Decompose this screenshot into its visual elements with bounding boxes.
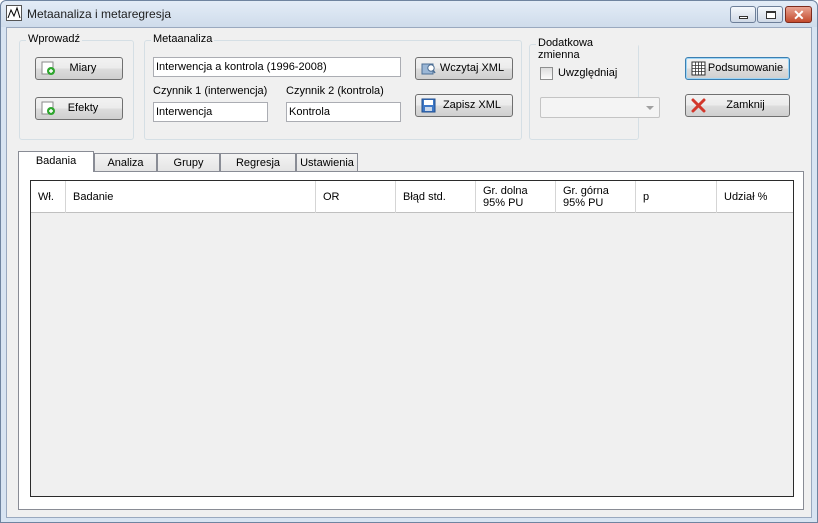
column-header-text: Badanie: [73, 191, 114, 203]
extra-variable-combo[interactable]: [540, 97, 660, 118]
column-header-or[interactable]: OR: [316, 181, 396, 213]
miary-label: Miary: [69, 62, 97, 74]
factor2-field[interactable]: Kontrola: [286, 102, 401, 122]
metaanalysis-group: Metaanaliza Interwencja a kontrola (1996…: [144, 33, 522, 140]
column-header-text: Błąd std.: [403, 191, 446, 203]
column-header-subtext: 95% PU: [483, 197, 524, 209]
miary-button[interactable]: Miary: [35, 57, 123, 80]
studies-grid[interactable]: Wł. Badanie OR Błąd std. Gr. dolna 95% P…: [30, 180, 794, 497]
column-header-text: Gr. dolna: [483, 185, 528, 197]
include-checkbox[interactable]: [540, 67, 553, 80]
column-header-subtext: 95% PU: [563, 197, 604, 209]
factor1-label: Czynnik 1 (interwencja): [153, 85, 268, 97]
column-header-text: OR: [323, 191, 340, 203]
tab-ustawienia[interactable]: Ustawienia: [296, 153, 358, 172]
efekty-button[interactable]: Efekty: [35, 97, 123, 120]
extra-variable-group: Dodatkowa zmienna Uwzględniaj: [529, 37, 660, 140]
column-header-text: p: [643, 191, 650, 203]
tab-panel-badania: Wł. Badanie OR Błąd std. Gr. dolna 95% P…: [18, 171, 804, 510]
table-grid-icon: [691, 61, 706, 76]
column-header-udzial[interactable]: Udział %: [717, 181, 793, 213]
add-green-icon: [41, 61, 55, 75]
include-checkbox-label[interactable]: Uwzględniaj: [558, 67, 617, 79]
tab-badania[interactable]: Badania: [18, 151, 94, 172]
tab-grupy[interactable]: Grupy: [157, 153, 220, 172]
save-xml-button[interactable]: Zapisz XML: [415, 94, 513, 117]
close-label: Zamknij: [726, 99, 765, 111]
red-x-icon: [691, 98, 706, 113]
tab-label: Grupy: [173, 157, 204, 169]
title-bar[interactable]: Metaanaliza i metaregresja ✕: [1, 1, 817, 27]
column-header-text: Wł.: [38, 191, 54, 203]
summary-button[interactable]: Podsumowanie: [685, 57, 790, 80]
column-header-gr-gorna[interactable]: Gr. górna 95% PU: [556, 181, 636, 213]
tab-label: Regresja: [235, 157, 281, 169]
column-header-blad-std[interactable]: Błąd std.: [396, 181, 476, 213]
load-xml-button[interactable]: Wczytaj XML: [415, 57, 513, 80]
app-window: Metaanaliza i metaregresja ✕ Wprowadź Mi…: [0, 0, 818, 523]
tab-regresja[interactable]: Regresja: [220, 153, 296, 172]
chevron-down-icon: [646, 106, 654, 110]
tab-label: Ustawienia: [300, 157, 354, 169]
input-group: Wprowadź Miary Efekty: [19, 33, 134, 140]
floppy-disk-icon: [421, 98, 436, 113]
save-xml-label: Zapisz XML: [442, 99, 502, 111]
close-icon: ✕: [793, 7, 805, 23]
column-header-text: Gr. górna: [563, 185, 609, 197]
maximize-button[interactable]: [757, 6, 783, 23]
maximize-icon: [766, 11, 776, 19]
factor1-field[interactable]: Interwencja: [153, 102, 268, 122]
window-title: Metaanaliza i metaregresja: [27, 7, 172, 21]
client-area: Wprowadź Miary Efekty Metaanaliza Interw…: [6, 27, 812, 518]
close-button[interactable]: Zamknij: [685, 94, 790, 117]
input-group-label: Wprowadź: [26, 33, 82, 45]
metaanalysis-title-field[interactable]: Interwencja a kontrola (1996-2008): [153, 57, 401, 77]
column-header-text: Udział %: [724, 191, 768, 203]
minimize-button[interactable]: [730, 6, 756, 23]
efekty-label: Efekty: [67, 102, 99, 114]
factor2-label: Czynnik 2 (kontrola): [286, 85, 384, 97]
column-header-p[interactable]: p: [636, 181, 717, 213]
tab-label: Badania: [35, 155, 77, 167]
chart-window-icon[interactable]: [6, 5, 22, 21]
add-green-icon: [41, 101, 55, 115]
column-header-gr-dolna[interactable]: Gr. dolna 95% PU: [476, 181, 556, 213]
grid-header: Wł. Badanie OR Błąd std. Gr. dolna 95% P…: [31, 181, 793, 213]
open-folder-icon: [421, 63, 436, 75]
close-window-button[interactable]: ✕: [785, 6, 812, 23]
tab-analiza[interactable]: Analiza: [94, 153, 157, 172]
metaanalysis-group-label: Metaanaliza: [151, 33, 215, 45]
extra-variable-group-label: Dodatkowa zmienna: [536, 37, 638, 61]
tab-label: Analiza: [107, 157, 144, 169]
minimize-icon: [739, 16, 748, 19]
column-header-wl[interactable]: Wł.: [31, 181, 66, 213]
column-header-badanie[interactable]: Badanie: [66, 181, 316, 213]
